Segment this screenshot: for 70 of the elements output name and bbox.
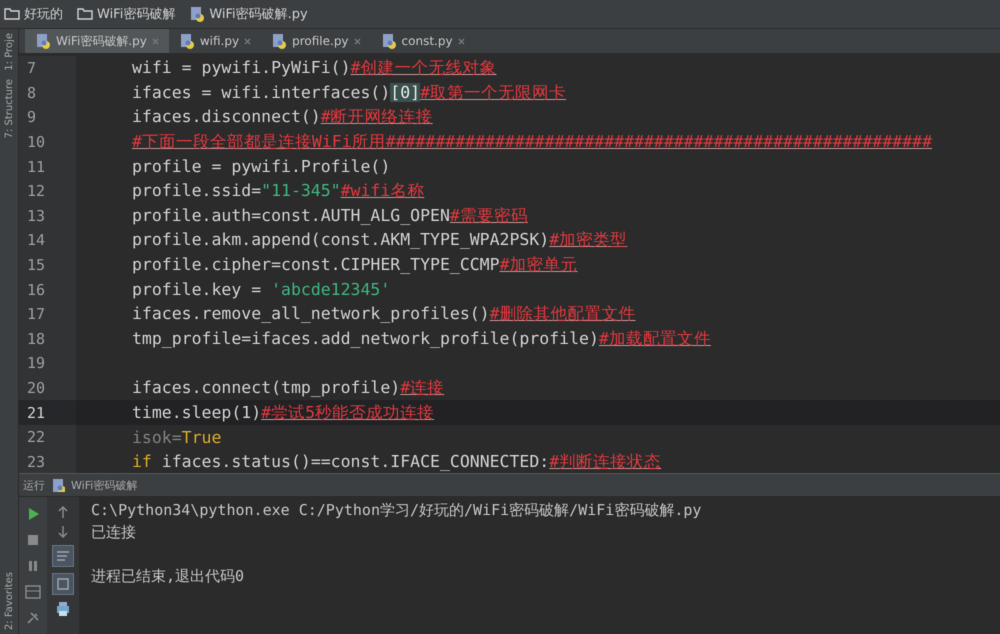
- line-number: 11: [27, 158, 46, 176]
- code-line: ifaces = wifi.interfaces()[0]#取第一个无限网卡: [132, 82, 566, 102]
- editor-tab[interactable]: const.py: [370, 29, 475, 53]
- line-number: 17: [27, 305, 46, 324]
- pause-icon[interactable]: [26, 559, 40, 573]
- line-number: 16: [27, 280, 46, 299]
- scroll-to-end-icon[interactable]: [52, 573, 74, 595]
- breadcrumb-item[interactable]: WiFi密码破解: [77, 5, 176, 23]
- line-number: 18: [27, 330, 46, 348]
- tool-window-button[interactable]: 7: Structure: [4, 74, 14, 142]
- layout-icon[interactable]: [25, 585, 41, 599]
- close-icon[interactable]: [458, 38, 465, 44]
- output-line: 已连接: [91, 523, 136, 543]
- python-file-icon: [35, 33, 51, 49]
- code-line: profile.key = 'abcde12345': [132, 280, 390, 300]
- folder-icon: [77, 6, 93, 22]
- breadcrumb-item[interactable]: 好玩的: [4, 5, 63, 23]
- code-line: profile.auth=const.AUTH_ALG_OPEN#需要密码: [132, 206, 528, 225]
- up-arrow-icon[interactable]: [57, 505, 69, 519]
- python-file-icon: [271, 33, 288, 49]
- code-line: wifi = pywifi.PyWiFi()#创建一个无线对象: [132, 58, 496, 78]
- close-icon[interactable]: [152, 38, 159, 44]
- run-configuration[interactable]: WiFi密码破解: [71, 478, 138, 492]
- python-file-icon: [189, 6, 206, 22]
- editor-tab[interactable]: profile.py: [261, 29, 371, 53]
- code-line: tmp_profile=ifaces.add_network_profile(profile)#加载配置文件: [132, 328, 711, 348]
- line-number: 21: [27, 404, 46, 422]
- tool-window-button[interactable]: 1: Proje: [4, 29, 14, 75]
- run-icon[interactable]: [26, 507, 40, 521]
- output-line: 进程已结束,退出代码0: [91, 567, 244, 587]
- line-number: 12: [27, 182, 46, 200]
- code-line: #下面一段全部都是连接WiFi所用#######################################################: [132, 132, 932, 152]
- python-file-icon: [178, 33, 195, 49]
- code-line: ifaces.disconnect()#断开网络连接: [132, 107, 433, 126]
- down-arrow-icon[interactable]: [57, 525, 69, 539]
- close-icon[interactable]: [354, 38, 361, 44]
- soft-wrap-icon[interactable]: [52, 545, 74, 567]
- tool-window-button[interactable]: 2: Favorites: [4, 568, 14, 634]
- line-number: 14: [27, 231, 46, 250]
- panel-title: 运行: [23, 478, 45, 492]
- line-number: 9: [27, 108, 36, 126]
- code-line: isok=True: [132, 428, 222, 447]
- editor-tab[interactable]: WiFi密码破解.py: [25, 29, 169, 53]
- line-number: 13: [27, 206, 46, 225]
- line-number: 20: [27, 379, 46, 398]
- code-line: profile.akm.append(const.AKM_TYPE_WPA2PSK)#加密类型: [132, 230, 628, 250]
- folder-icon: [4, 6, 20, 22]
- python-file-icon: [51, 478, 65, 492]
- code-line: profile.ssid="11-345"#wifi名称: [132, 181, 424, 200]
- code-line: if ifaces.status()==const.IFACE_CONNECTED:#判断连接状态: [132, 452, 662, 471]
- line-number: 19: [27, 354, 46, 372]
- code-line: time.sleep(1)#尝试5秒能否成功连接: [132, 402, 434, 422]
- breadcrumb-item[interactable]: WiFi密码破解.py: [189, 5, 308, 23]
- line-number: 10: [27, 133, 46, 152]
- line-number: 22: [27, 428, 46, 446]
- code-line: profile = pywifi.Profile(): [132, 157, 390, 176]
- editor-tab[interactable]: wifi.py: [168, 29, 262, 53]
- line-number: 8: [27, 84, 36, 102]
- line-number: 15: [27, 256, 46, 274]
- printer-icon[interactable]: [55, 601, 71, 617]
- code-line: profile.cipher=const.CIPHER_TYPE_CCMP#加密单元: [132, 255, 578, 274]
- close-icon[interactable]: [244, 38, 252, 44]
- code-line: ifaces.connect(tmp_profile)#连接: [132, 378, 444, 398]
- pin-icon[interactable]: [26, 611, 40, 625]
- python-file-icon: [380, 33, 397, 49]
- line-number: 7: [27, 59, 36, 78]
- line-number: 23: [27, 452, 46, 471]
- code-line: ifaces.remove_all_network_profiles()#删除其他配置文件: [132, 304, 636, 324]
- output-line: C:\Python34\python.exe C:/Python学习/好玩的/WiFi密码破解/WiFi密码破解.py: [91, 501, 702, 521]
- stop-icon[interactable]: [26, 533, 40, 547]
